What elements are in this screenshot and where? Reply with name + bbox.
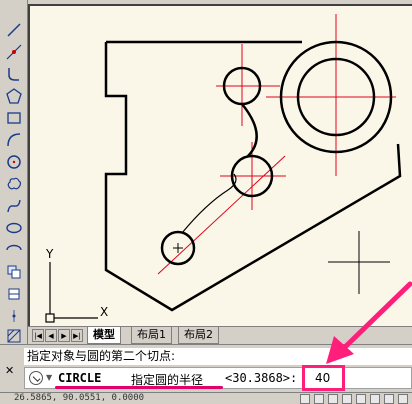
circle-icon[interactable] <box>3 152 25 172</box>
highlight-underline <box>55 386 223 389</box>
ucs-y-label: Y <box>45 247 54 261</box>
status-toggles <box>286 393 412 404</box>
draw-toolbar <box>0 0 28 348</box>
command-prompt-icon[interactable] <box>29 371 43 385</box>
point-icon[interactable] <box>3 306 25 326</box>
next-tab-icon[interactable]: ▶ <box>58 329 70 342</box>
cloud-icon[interactable] <box>3 174 25 194</box>
tab-layout1[interactable]: 布局1 <box>131 327 172 344</box>
grid-toggle-icon[interactable] <box>314 394 324 404</box>
coordinate-readout: 26.5865, 90.0551, 0.0000 <box>14 393 145 403</box>
ellipse-icon[interactable] <box>3 218 25 238</box>
rectangle-icon[interactable] <box>3 108 25 128</box>
polar-toggle-icon[interactable] <box>342 394 352 404</box>
drawing-svg: Y X <box>45 14 402 323</box>
spline-icon[interactable] <box>3 196 25 216</box>
status-bar: 26.5865, 90.0551, 0.0000 <box>0 392 412 404</box>
layout-tab-bar: |◀ ◀ ▶ ▶| 模型 布局1 布局2 <box>28 326 412 344</box>
chevron-down-icon[interactable]: ▼ <box>46 373 52 382</box>
lineweight-toggle-icon[interactable] <box>398 394 408 404</box>
prev-tab-icon[interactable]: ◀ <box>45 329 57 342</box>
drawing-canvas[interactable]: Y X <box>28 4 412 328</box>
polygon-icon[interactable] <box>3 86 25 106</box>
make-block-icon[interactable] <box>3 284 25 304</box>
cursor-crosshair <box>328 231 390 294</box>
xline-icon[interactable] <box>3 42 25 62</box>
ucs-x-label: X <box>100 305 108 319</box>
connecting-arc-right <box>241 103 258 157</box>
autocad-window: Y X |◀ ◀ ▶ ▶| 模型 布局1 布局2 ✕ 指定对象与圆的第二个切点:… <box>0 0 412 404</box>
hatch-icon[interactable] <box>3 326 25 346</box>
block-icon[interactable] <box>3 262 25 282</box>
arc-icon[interactable] <box>3 130 25 150</box>
command-typed-value[interactable]: 40 <box>315 371 330 385</box>
tangent-arc-left <box>181 173 237 234</box>
last-tab-icon[interactable]: ▶| <box>71 329 83 342</box>
first-tab-icon[interactable]: |◀ <box>32 329 44 342</box>
line-icon[interactable] <box>3 20 25 40</box>
command-keyword: CIRCLE <box>58 371 102 385</box>
otrack-toggle-icon[interactable] <box>370 394 380 404</box>
command-history: 指定对象与圆的第二个切点: <box>24 348 412 365</box>
command-input[interactable]: ▼ CIRCLE 指定圆的半径 <30.3868>: 40 <box>24 365 412 391</box>
ducs-toggle-icon[interactable] <box>384 394 394 404</box>
ucs-icon <box>45 262 98 323</box>
ellipse-arc-icon[interactable] <box>3 240 25 260</box>
ortho-toggle-icon[interactable] <box>328 394 338 404</box>
osnap-toggle-icon[interactable] <box>356 394 366 404</box>
snap-toggle-icon[interactable] <box>300 394 310 404</box>
polyline-icon[interactable] <box>3 64 25 84</box>
tab-layout2[interactable]: 布局2 <box>178 327 219 344</box>
command-default-value: <30.3868>: <box>225 371 298 385</box>
close-icon[interactable]: ✕ <box>5 365 17 377</box>
highlight-box: 40 <box>302 365 345 391</box>
tab-model[interactable]: 模型 <box>87 327 121 344</box>
centerline-slot <box>157 155 286 275</box>
